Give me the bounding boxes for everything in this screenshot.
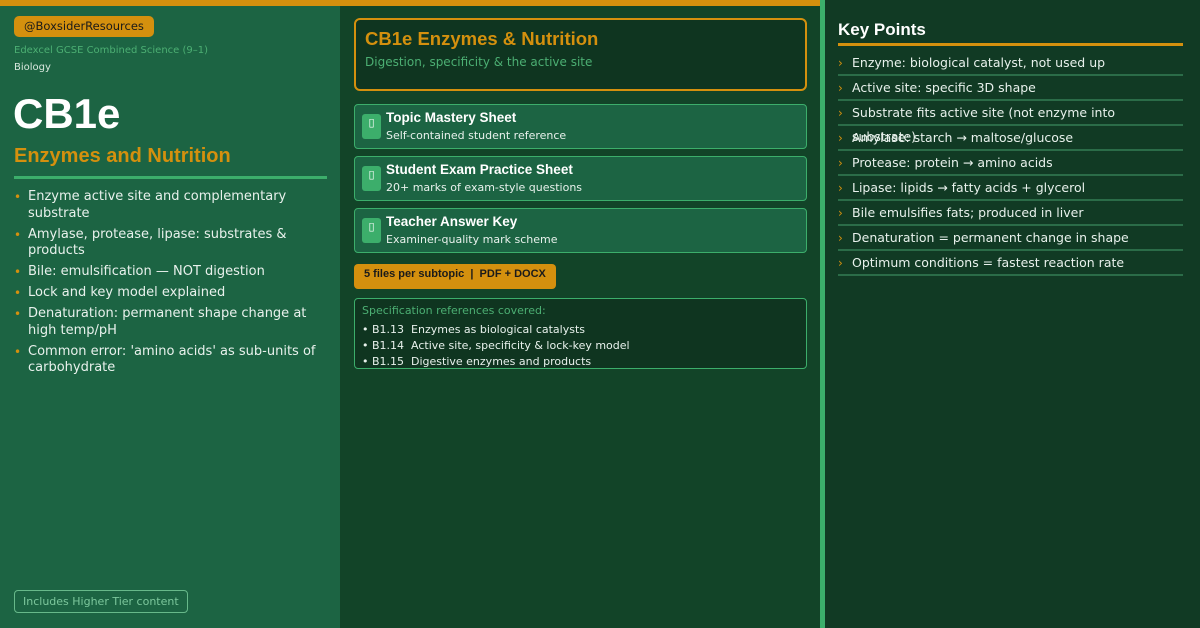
topic-title: Enzymes and Nutrition [14,145,231,167]
key-point-text: Bile emulsifies fats; produced in liver [852,205,1084,220]
key-point-item: › Optimum conditions = fastest reaction r… [838,251,1183,276]
spec-references-box: Specification references covered: • B1.1… [354,298,807,369]
bullet-text: Lock and key model explained [28,285,226,300]
spec-reference-item: • B1.13 Enzymes as biological catalysts [362,323,586,336]
file-card-exam-practice[interactable]: ▯ Student Exam Practice Sheet 20+ marks … [354,156,807,201]
spec-reference-list: • B1.13 Enzymes as biological catalysts … [362,322,630,370]
subject-label: Biology [14,62,51,73]
chevron-right-icon: › [838,206,843,220]
key-point-item: › Denaturation = permanent change in shap… [838,226,1183,251]
file-description: Examiner-quality mark scheme [386,233,558,246]
higher-tier-badge: Includes Higher Tier content [14,590,188,613]
chevron-right-icon: › [838,131,843,145]
spec-reference-item: • B1.15 Digestive enzymes and products [362,355,592,368]
key-point-item: › Active site: specific 3D shape [838,76,1183,101]
file-title: Topic Mastery Sheet [386,110,517,125]
resource-title-box: CB1e Enzymes & Nutrition Digestion, spec… [354,18,807,91]
bullet-item: • Denaturation: permanent shape change at… [14,306,326,339]
brand-handle-badge[interactable]: @BoxsiderResources [14,16,154,37]
bullet-item: • Bile: emulsification — NOT digestion [14,264,326,281]
bullet-item: • Amylase, protease, lipase: substrates &… [14,227,326,260]
bullet-dot-icon: • [14,286,22,300]
key-point-text: Lipase: lipids → fatty acids + glycerol [852,180,1086,195]
file-description: Self-contained student reference [386,129,567,142]
bullet-text: Common error: 'amino acids' as sub-units… [28,343,316,376]
key-point-text: Enzyme: biological catalyst, not used up [852,55,1106,70]
chevron-right-icon: › [838,106,843,120]
topic-bullet-list: • Enzyme active site and complementary su… [14,189,326,381]
bullet-item: • Common error: 'amino acids' as sub-unit… [14,344,326,377]
chevron-right-icon: › [838,81,843,95]
file-format-badge: 5 files per subtopic | PDF + DOCX [354,264,556,289]
spec-reference-item: • B1.14 Active site, specificity & lock-… [362,339,630,352]
key-points-list: › Enzyme: biological catalyst, not used u… [838,51,1183,276]
key-points-title: Key Points [838,20,926,39]
chevron-right-icon: › [838,181,843,195]
topic-code: CB1e [13,90,121,137]
file-title: Teacher Answer Key [386,214,518,229]
chevron-right-icon: › [838,156,843,170]
resource-title: CB1e Enzymes & Nutrition [365,28,599,49]
bullet-text: Amylase, protease, lipase: substrates & … [28,226,287,259]
key-points-panel: Key Points › Enzyme: biological catalyst,… [825,0,1200,628]
file-title: Student Exam Practice Sheet [386,162,573,177]
document-icon: ▯ [362,218,381,243]
bullet-text: Bile: emulsification — NOT digestion [28,264,265,279]
resource-subtitle: Digestion, specificity & the active site [365,55,593,69]
bullet-dot-icon: • [14,227,22,242]
key-points-rule [838,43,1183,46]
bullet-text: Enzyme active site and complementary sub… [28,189,287,221]
bullet-item: • Enzyme active site and complementary su… [14,189,326,222]
topic-divider [14,176,327,179]
key-point-item: › Amylase: starch → maltose/glucose [838,126,1183,151]
bullet-dot-icon: • [14,190,22,204]
key-point-item: › Bile emulsifies fats; produced in liver [838,201,1183,226]
file-card-topic-mastery[interactable]: ▯ Topic Mastery Sheet Self-contained stu… [354,104,807,149]
key-point-text: Protease: protein → amino acids [852,155,1053,170]
file-format-text: 5 files per subtopic | PDF + DOCX [364,268,546,280]
file-description: 20+ marks of exam-style questions [386,181,583,194]
key-point-item: › Substrate fits active site (not enzyme … [838,101,1183,144]
document-icon: ▯ [362,166,381,191]
key-point-text: Amylase: starch → maltose/glucose [852,130,1074,145]
key-point-text: Denaturation = permanent change in shape [852,230,1129,245]
key-point-text: Active site: specific 3D shape [852,80,1036,95]
spec-heading: Specification references covered: [362,304,546,317]
middle-panel: CB1e Enzymes & Nutrition Digestion, spec… [340,6,820,628]
chevron-right-icon: › [838,56,843,70]
bullet-dot-icon: • [14,344,22,359]
bullet-dot-icon: • [14,307,22,321]
left-panel: @BoxsiderResources Edexcel GCSE Combined… [0,6,340,628]
key-point-item: › Lipase: lipids → fatty acids + glycerol [838,176,1183,201]
exam-board-label: Edexcel GCSE Combined Science (9–1) [14,45,209,56]
bullet-text: Denaturation: permanent shape change at … [28,306,307,338]
key-point-item: › Protease: protein → amino acids [838,151,1183,176]
chevron-right-icon: › [838,256,843,270]
key-point-text: Optimum conditions = fastest reaction ra… [852,255,1125,270]
bullet-item: • Lock and key model explained [14,285,326,302]
key-point-item: › Enzyme: biological catalyst, not used u… [838,51,1183,76]
bullet-dot-icon: • [14,265,22,279]
chevron-right-icon: › [838,231,843,245]
document-icon: ▯ [362,114,381,139]
file-card-answer-key[interactable]: ▯ Teacher Answer Key Examiner-quality ma… [354,208,807,253]
